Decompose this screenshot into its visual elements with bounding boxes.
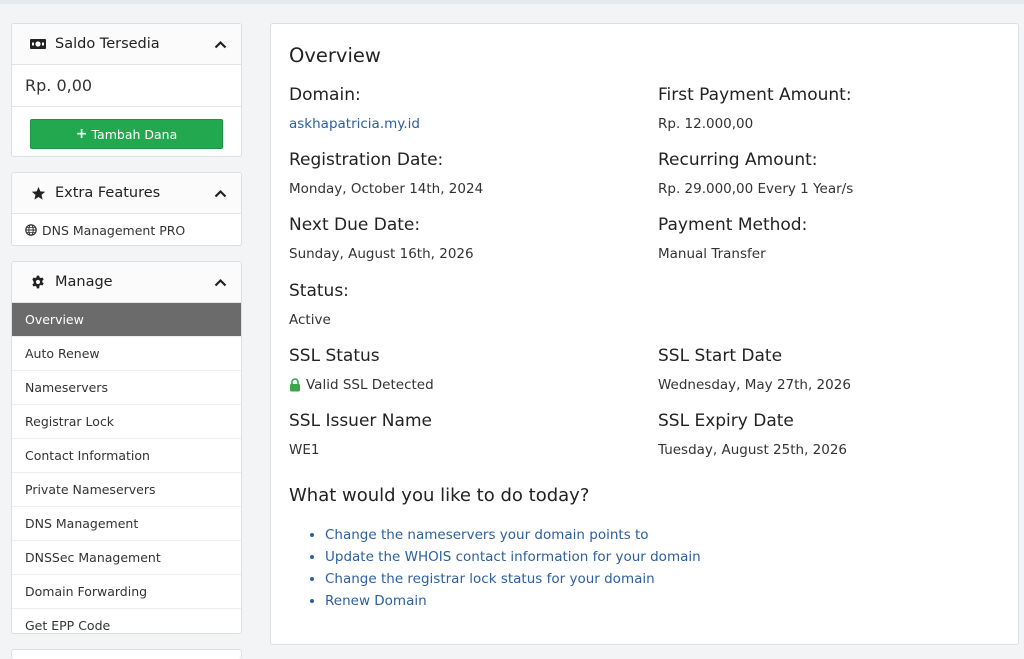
next-due-date-value: Sunday, August 16th, 2026 bbox=[289, 246, 474, 262]
sidebar-item-domain-forwarding[interactable]: Domain Forwarding bbox=[12, 574, 241, 608]
ssl-issuer-value: WE1 bbox=[289, 442, 320, 458]
lock-icon bbox=[289, 378, 301, 392]
recurring-amount-value: Rp. 29.000,00 Every 1 Year/s bbox=[658, 181, 854, 197]
page-title: Overview bbox=[289, 44, 381, 67]
sidebar-item-registrar-lock[interactable]: Registrar Lock bbox=[12, 404, 241, 438]
extra-features-header[interactable]: Extra Features bbox=[12, 173, 241, 214]
ssl-expiry-date-label: SSL Expiry Date bbox=[658, 411, 794, 431]
dns-management-pro-label: DNS Management PRO bbox=[42, 222, 186, 238]
action-update-whois-link[interactable]: Update the WHOIS contact information for… bbox=[325, 546, 701, 568]
next-panel-partial bbox=[11, 649, 242, 659]
status-value: Active bbox=[289, 312, 331, 328]
top-bar bbox=[0, 0, 1024, 4]
balance-panel-header[interactable]: Saldo Tersedia bbox=[12, 24, 241, 65]
extra-features-panel: Extra Features DNS Management PRO bbox=[11, 172, 242, 246]
sidebar-item-contact-information[interactable]: Contact Information bbox=[12, 438, 241, 472]
gear-icon bbox=[30, 274, 46, 290]
first-payment-label: First Payment Amount: bbox=[658, 85, 852, 105]
sidebar-item-get-epp-code[interactable]: Get EPP Code bbox=[12, 608, 241, 633]
ssl-start-date-label: SSL Start Date bbox=[658, 346, 783, 366]
action-renew-domain-link[interactable]: Renew Domain bbox=[325, 590, 701, 612]
ssl-status-text: Valid SSL Detected bbox=[306, 377, 434, 393]
domain-label: Domain: bbox=[289, 85, 361, 105]
payment-method-label: Payment Method: bbox=[658, 215, 808, 235]
sidebar-item-auto-renew[interactable]: Auto Renew bbox=[12, 336, 241, 370]
ssl-start-date-value: Wednesday, May 27th, 2026 bbox=[658, 377, 851, 393]
ssl-status-value: Valid SSL Detected bbox=[289, 377, 434, 393]
domain-link[interactable]: askhapatricia.my.id bbox=[289, 116, 420, 132]
balance-panel-title: Saldo Tersedia bbox=[55, 36, 160, 52]
chevron-up-icon[interactable] bbox=[213, 275, 227, 289]
action-change-nameservers-link[interactable]: Change the nameservers your domain point… bbox=[325, 524, 701, 546]
add-funds-label: Tambah Dana bbox=[91, 126, 178, 142]
sidebar-item-private-nameservers[interactable]: Private Nameservers bbox=[12, 472, 241, 506]
money-icon bbox=[30, 36, 46, 52]
sidebar-item-overview[interactable]: Overview bbox=[12, 303, 241, 336]
action-registrar-lock-link[interactable]: Change the registrar lock status for you… bbox=[325, 568, 701, 590]
manage-panel: Manage Overview Auto Renew Nameservers R… bbox=[11, 261, 242, 634]
star-icon bbox=[30, 185, 46, 201]
registration-date-label: Registration Date: bbox=[289, 150, 444, 170]
payment-method-value: Manual Transfer bbox=[658, 246, 766, 262]
chevron-up-icon[interactable] bbox=[213, 186, 227, 200]
manage-menu: Overview Auto Renew Nameservers Registra… bbox=[12, 303, 241, 633]
actions-heading: What would you like to do today? bbox=[289, 485, 590, 506]
status-label: Status: bbox=[289, 281, 349, 301]
balance-panel: Saldo Tersedia Rp. 0,00 + Tambah Dana bbox=[11, 23, 242, 157]
balance-amount: Rp. 0,00 bbox=[12, 65, 241, 107]
add-funds-button[interactable]: + Tambah Dana bbox=[30, 119, 223, 149]
sidebar-item-dns-management[interactable]: DNS Management bbox=[12, 506, 241, 540]
extra-features-title: Extra Features bbox=[55, 185, 161, 201]
ssl-issuer-label: SSL Issuer Name bbox=[289, 411, 432, 431]
chevron-up-icon[interactable] bbox=[213, 37, 227, 51]
ssl-status-label: SSL Status bbox=[289, 346, 380, 366]
first-payment-value: Rp. 12.000,00 bbox=[658, 116, 754, 132]
recurring-amount-label: Recurring Amount: bbox=[658, 150, 818, 170]
plus-icon: + bbox=[75, 126, 88, 142]
sidebar-item-nameservers[interactable]: Nameservers bbox=[12, 370, 241, 404]
next-due-date-label: Next Due Date: bbox=[289, 215, 421, 235]
sidebar-item-dnssec-management[interactable]: DNSSec Management bbox=[12, 540, 241, 574]
globe-icon bbox=[25, 224, 37, 236]
registration-date-value: Monday, October 14th, 2024 bbox=[289, 181, 484, 197]
actions-list: Change the nameservers your domain point… bbox=[289, 524, 701, 612]
dns-management-pro-link[interactable]: DNS Management PRO bbox=[12, 214, 241, 245]
manage-panel-header[interactable]: Manage bbox=[12, 262, 241, 303]
manage-panel-title: Manage bbox=[55, 274, 113, 290]
ssl-expiry-date-value: Tuesday, August 25th, 2026 bbox=[658, 442, 848, 458]
overview-panel: Overview Domain: askhapatricia.my.id Fir… bbox=[270, 23, 1019, 645]
